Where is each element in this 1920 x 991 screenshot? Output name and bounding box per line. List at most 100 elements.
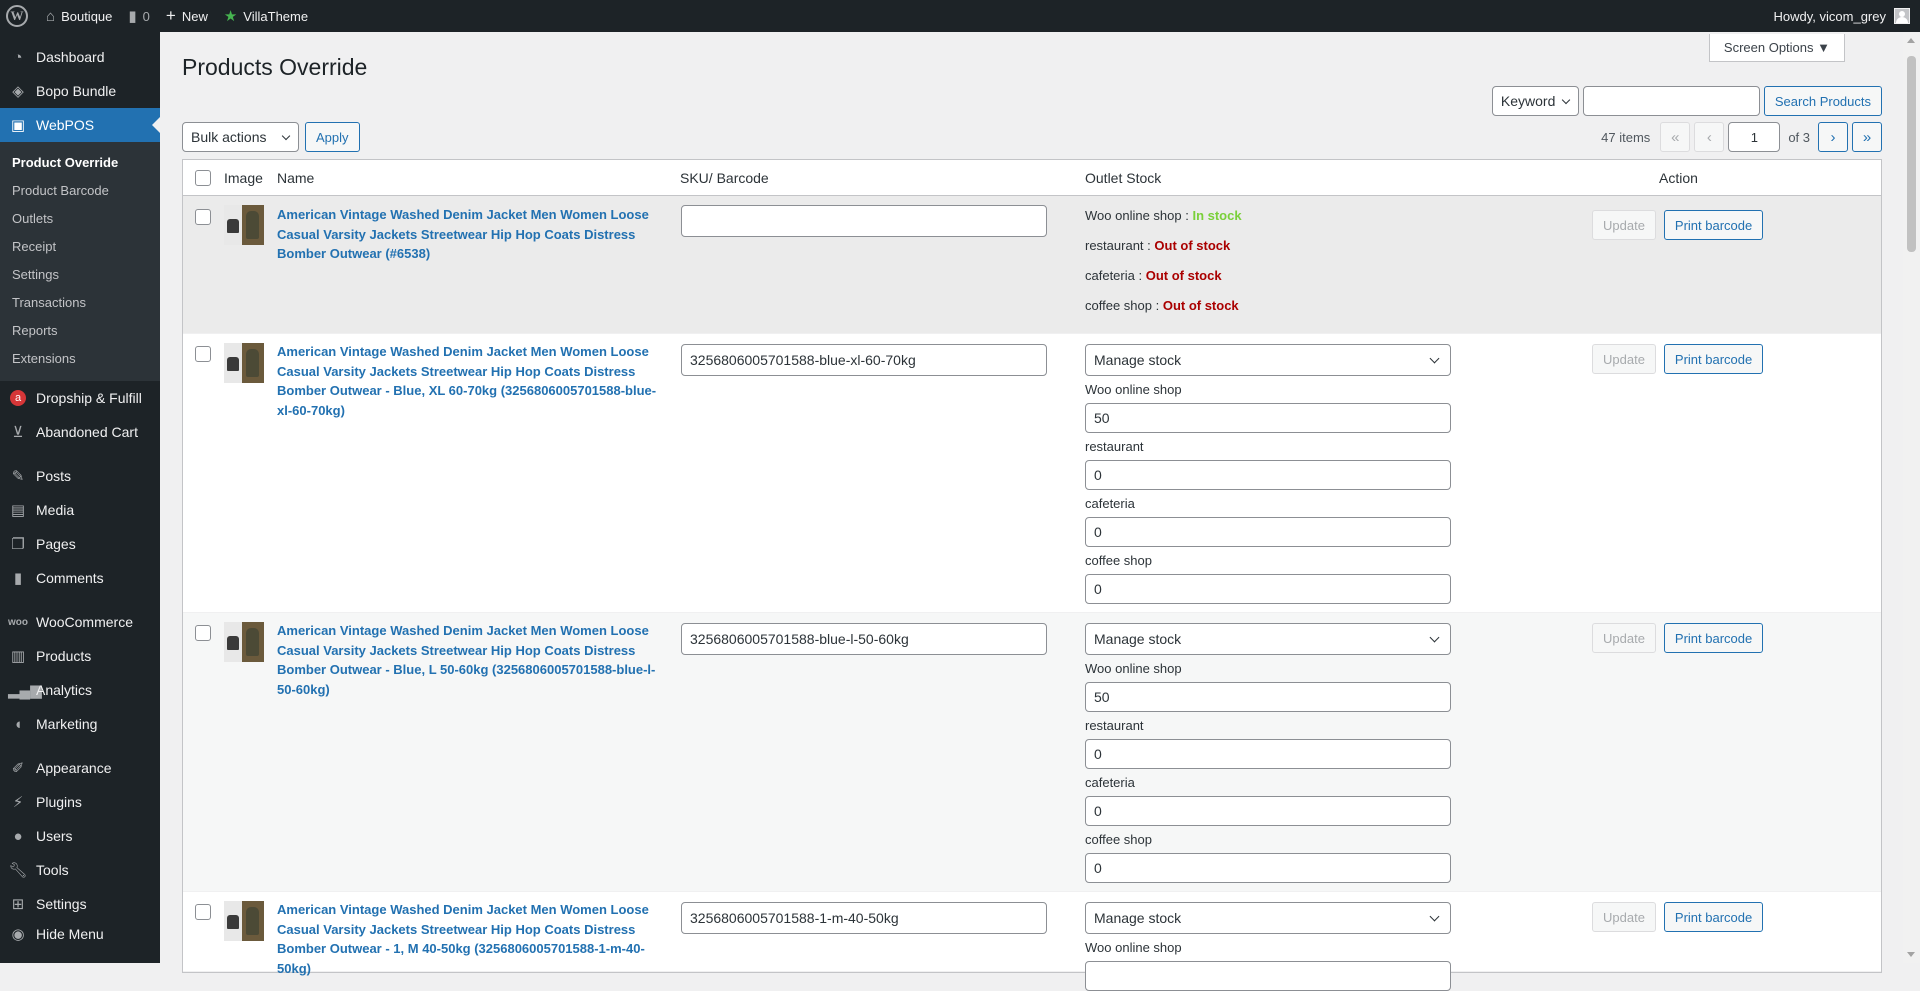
manage-stock-select[interactable]: Manage stock xyxy=(1085,344,1451,376)
search-type-select[interactable]: Keyword xyxy=(1491,86,1579,116)
row-checkbox[interactable] xyxy=(195,625,211,641)
site-name-link[interactable]: ⌂ Boutique xyxy=(38,0,120,32)
menu-posts[interactable]: ✎ Posts xyxy=(0,459,160,493)
menu-analytics[interactable]: ▂▄▆ Analytics xyxy=(0,673,160,707)
comments-link[interactable]: ▮ 0 xyxy=(120,0,158,32)
menu-woocommerce[interactable]: woo WooCommerce xyxy=(0,605,160,639)
table-row: American Vintage Washed Denim Jacket Men… xyxy=(183,334,1881,613)
menu-pages[interactable]: ❐ Pages xyxy=(0,527,160,561)
villatheme-label: VillaTheme xyxy=(243,8,309,24)
submenu-reports[interactable]: Reports xyxy=(0,317,160,345)
menu-products[interactable]: ▥ Products xyxy=(0,639,160,673)
outlet-stock-input[interactable]: 0 xyxy=(1085,796,1451,826)
outlet-stock-input[interactable]: 0 xyxy=(1085,517,1451,547)
menu-label: Comments xyxy=(36,570,104,586)
comments-count: 0 xyxy=(142,8,150,24)
submenu-outlets[interactable]: Outlets xyxy=(0,205,160,233)
submenu-transactions[interactable]: Transactions xyxy=(0,289,160,317)
menu-bopo-bundle[interactable]: ◈ Bopo Bundle xyxy=(0,74,160,108)
my-account[interactable]: Howdy, vicom_grey xyxy=(1774,8,1920,24)
product-name-link[interactable]: American Vintage Washed Denim Jacket Men… xyxy=(277,900,669,978)
sku-input[interactable]: 3256806005701588-blue-xl-60-70kg xyxy=(681,344,1047,376)
row-checkbox[interactable] xyxy=(195,346,211,362)
new-content-link[interactable]: + New xyxy=(158,0,216,32)
stock-status-line: Woo online shop : In stock xyxy=(1085,201,1451,231)
product-name-link[interactable]: American Vintage Washed Denim Jacket Men… xyxy=(277,205,669,264)
outlet-stock-input[interactable]: 0 xyxy=(1085,853,1451,883)
menu-hide-menu[interactable]: ◉ Hide Menu xyxy=(0,921,160,947)
menu-appearance[interactable]: ✐ Appearance xyxy=(0,751,160,785)
product-name-link[interactable]: American Vintage Washed Denim Jacket Men… xyxy=(277,621,669,699)
row-checkbox[interactable] xyxy=(195,209,211,225)
scroll-up-arrow-icon[interactable] xyxy=(1907,38,1915,43)
print-barcode-button[interactable]: Print barcode xyxy=(1663,210,1764,240)
menu-plugins[interactable]: ⚡ Plugins xyxy=(0,785,160,819)
outlet-stock-editor: Manage stock Woo online shop 50 restaura… xyxy=(1085,623,1451,883)
in-stock-badge: In stock xyxy=(1192,208,1242,223)
submenu-extensions[interactable]: Extensions xyxy=(0,345,160,373)
menu-webpos[interactable]: ▣ WebPOS xyxy=(0,108,160,142)
page-scrollbar[interactable] xyxy=(1903,32,1920,963)
last-page-button[interactable]: » xyxy=(1852,122,1882,152)
update-button[interactable]: Update xyxy=(1592,623,1656,653)
out-of-stock-badge: Out of stock xyxy=(1154,238,1231,253)
update-button[interactable]: Update xyxy=(1592,210,1656,240)
search-input[interactable] xyxy=(1582,86,1760,116)
menu-comments[interactable]: ▮ Comments xyxy=(0,561,160,595)
outlet-stock-input[interactable]: 50 xyxy=(1085,403,1451,433)
prev-page-button[interactable]: ‹ xyxy=(1694,122,1725,152)
select-all-checkbox[interactable] xyxy=(195,170,211,186)
total-pages: of 3 xyxy=(1788,129,1810,145)
submenu-product-barcode[interactable]: Product Barcode xyxy=(0,177,160,205)
outlet-stock-input[interactable]: 0 xyxy=(1085,739,1451,769)
scroll-down-arrow-icon[interactable] xyxy=(1907,952,1915,957)
bulk-actions-select[interactable]: Bulk actions xyxy=(182,122,299,152)
outlet-label: cafeteria xyxy=(1085,496,1135,511)
menu-settings[interactable]: ⊞ Settings xyxy=(0,887,160,921)
menu-abandoned-cart[interactable]: ⊻ Abandoned Cart xyxy=(0,415,160,449)
products-table: Image Name SKU/ Barcode Outlet Stock Act… xyxy=(182,159,1882,991)
out-of-stock-badge: Out of stock xyxy=(1162,298,1239,313)
submenu-settings[interactable]: Settings xyxy=(0,261,160,289)
outlet-stock-editor: Manage stock Woo online shop xyxy=(1085,902,1451,991)
outlet-stock-input[interactable] xyxy=(1085,961,1451,991)
menu-dashboard[interactable]: ◔ Dashboard xyxy=(0,40,160,74)
submenu-receipt[interactable]: Receipt xyxy=(0,233,160,261)
col-name[interactable]: Name xyxy=(277,170,314,186)
menu-tools[interactable]: 🔧︎ Tools xyxy=(0,853,160,887)
product-thumbnail xyxy=(224,901,264,941)
print-barcode-button[interactable]: Print barcode xyxy=(1663,344,1764,374)
apply-button[interactable]: Apply xyxy=(305,122,360,152)
menu-media[interactable]: ▤ Media xyxy=(0,493,160,527)
sku-input[interactable]: 3256806005701588-blue-l-50-60kg xyxy=(681,623,1047,655)
villatheme-link[interactable]: ★ VillaTheme xyxy=(216,0,316,32)
outlet-stock-input[interactable]: 0 xyxy=(1085,460,1451,490)
megaphone-icon: ◖ xyxy=(13,715,23,733)
product-name-link[interactable]: American Vintage Washed Denim Jacket Men… xyxy=(277,342,669,420)
bulk-actions: Bulk actions Apply xyxy=(182,122,360,152)
outlet-stock-input[interactable]: 50 xyxy=(1085,682,1451,712)
search-products-button[interactable]: Search Products xyxy=(1763,86,1882,116)
current-page-input[interactable]: 1 xyxy=(1728,122,1781,152)
print-barcode-button[interactable]: Print barcode xyxy=(1663,623,1764,653)
manage-stock-select[interactable]: Manage stock xyxy=(1085,623,1451,655)
manage-stock-select[interactable]: Manage stock xyxy=(1085,902,1451,934)
first-page-button[interactable]: « xyxy=(1660,122,1691,152)
sku-input[interactable] xyxy=(681,205,1047,237)
submenu-product-override[interactable]: Product Override xyxy=(0,149,160,177)
sliders-icon: ⊞ xyxy=(11,896,25,913)
next-page-button[interactable]: › xyxy=(1818,122,1848,152)
row-checkbox[interactable] xyxy=(195,904,211,920)
menu-users[interactable]: ● Users xyxy=(0,819,160,853)
screen-options-button[interactable]: Screen Options ▼ xyxy=(1708,34,1845,62)
update-button[interactable]: Update xyxy=(1592,902,1656,932)
menu-dropship-fulfill[interactable]: a Dropship & Fulfill xyxy=(0,381,160,415)
update-button[interactable]: Update xyxy=(1592,344,1656,374)
outlet-stock-input[interactable]: 0 xyxy=(1085,574,1451,604)
print-barcode-button[interactable]: Print barcode xyxy=(1663,902,1764,932)
scrollbar-thumb[interactable] xyxy=(1907,56,1916,252)
sku-input[interactable]: 3256806005701588-1-m-40-50kg xyxy=(681,902,1047,934)
wordpress-logo[interactable]: W xyxy=(0,0,38,32)
menu-marketing[interactable]: ◖ Marketing xyxy=(0,707,160,741)
outlet-label: coffee shop xyxy=(1085,553,1152,568)
